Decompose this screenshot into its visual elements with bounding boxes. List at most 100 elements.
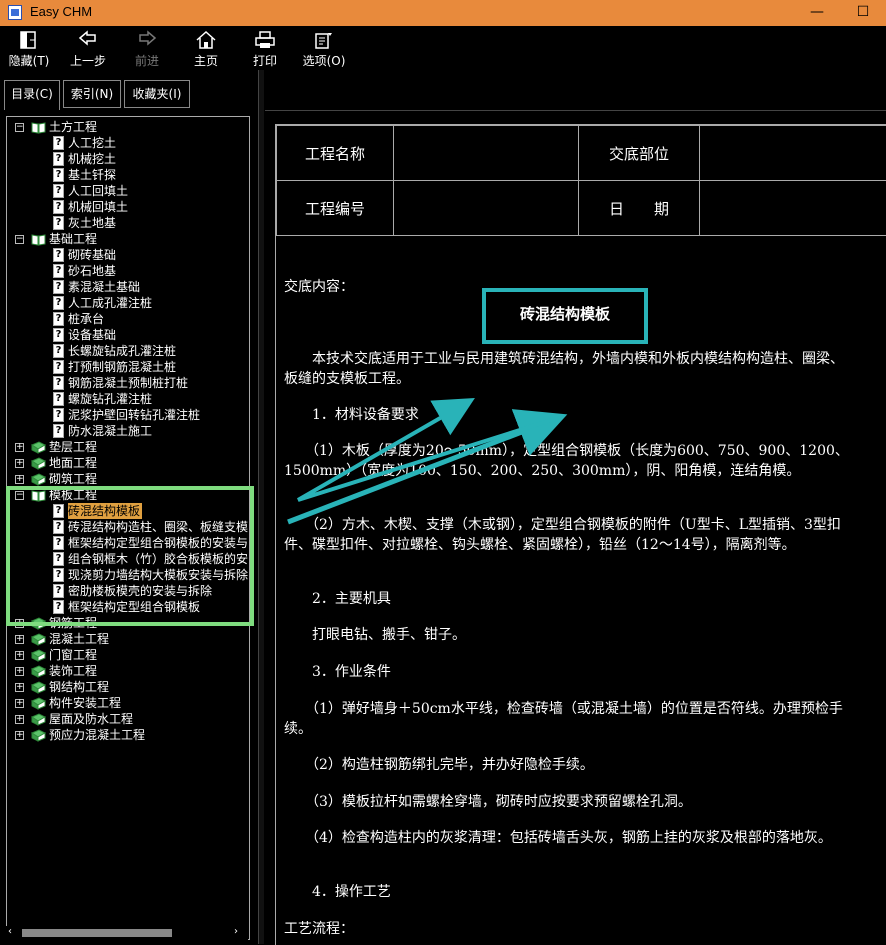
tree-item[interactable]: ?桩承台 <box>7 311 249 327</box>
tree-folder[interactable]: − 模板工程 <box>7 487 249 503</box>
home-button[interactable]: 主页 <box>179 28 233 68</box>
tree-item[interactable]: ? 人工回填土 <box>7 183 249 199</box>
tree-item[interactable]: ?组合钢框木（竹）胶合板模板的安 <box>7 551 249 567</box>
tree-item[interactable]: ?泥浆护壁回转钻孔灌注桩 <box>7 407 249 423</box>
back-label: 上一步 <box>61 52 115 69</box>
tree-folder[interactable]: +混凝土工程 <box>7 631 249 647</box>
tree-folder-label: 基础工程 <box>49 231 97 247</box>
tree-item-label: 机械挖土 <box>68 151 116 167</box>
tree-horizontal-scrollbar[interactable]: ‹ › <box>6 926 248 940</box>
expand-icon[interactable]: + <box>15 683 24 692</box>
tree-folder[interactable]: +屋面及防水工程 <box>7 711 249 727</box>
tree-item[interactable]: ?人工成孔灌注桩 <box>7 295 249 311</box>
tree-item[interactable]: ?砌砖基础 <box>7 247 249 263</box>
tree-item-label: 框架结构定型组合钢模板 <box>68 599 200 615</box>
minimize-button[interactable]: — <box>794 0 840 26</box>
tree-item-label: 设备基础 <box>68 327 116 343</box>
closed-book-icon <box>31 665 46 678</box>
tree-item[interactable]: ?打预制钢筋混凝土桩 <box>7 359 249 375</box>
tree-item-label: 砌砖基础 <box>68 247 116 263</box>
tree-item-label: 人工回填土 <box>68 183 128 199</box>
expand-icon[interactable]: + <box>15 443 24 452</box>
forward-arrow-icon <box>136 30 158 50</box>
tree-folder-label: 预应力混凝土工程 <box>49 727 145 743</box>
expand-icon[interactable]: + <box>15 715 24 724</box>
tree-item[interactable]: ?螺旋钻孔灌注桩 <box>7 391 249 407</box>
tree-folder[interactable]: +地面工程 <box>7 455 249 471</box>
pane-splitter[interactable] <box>258 70 264 944</box>
help-page-icon: ? <box>53 392 64 406</box>
tree-item[interactable]: ?灰土地基 <box>7 215 249 231</box>
hide-button[interactable]: 隐藏(T) <box>2 28 56 68</box>
tree-folder[interactable]: +钢筋工程 <box>7 615 249 631</box>
scroll-left-icon[interactable]: ‹ <box>8 926 12 937</box>
help-page-icon: ? <box>53 184 64 198</box>
tree-folder-label: 模板工程 <box>49 487 97 503</box>
tree-item-label: 长螺旋钻成孔灌注桩 <box>68 343 176 359</box>
paragraph: （2）方木、木楔、支撑（木或钢），定型组合钢模板的附件（U型卡、L型插销、3型扣… <box>284 515 852 555</box>
options-button[interactable]: 选项(O) <box>297 28 351 68</box>
options-icon <box>313 30 335 50</box>
tree-item[interactable]: ?素混凝土基础 <box>7 279 249 295</box>
tree-folder[interactable]: +门窗工程 <box>7 647 249 663</box>
tree-folder[interactable]: +构件安装工程 <box>7 695 249 711</box>
paragraph: （1）弹好墙身＋50cm水平线，检查砖墙（或混凝土墙）的位置是否符线。办理预检手… <box>284 699 852 739</box>
maximize-button[interactable]: ☐ <box>840 0 886 26</box>
tree-item[interactable]: ?防水混凝土施工 <box>7 423 249 439</box>
closed-book-icon <box>31 713 46 726</box>
tree-item[interactable]: ?设备基础 <box>7 327 249 343</box>
tree-item[interactable]: ?砖混结构模板 <box>7 503 249 519</box>
help-page-icon: ? <box>53 264 64 278</box>
tree-item[interactable]: ?砂石地基 <box>7 263 249 279</box>
expand-icon[interactable]: + <box>15 651 24 660</box>
tree-folder[interactable]: + 预应力混凝土工程 <box>7 727 249 743</box>
tree-item-label: 人工挖土 <box>68 135 116 151</box>
expand-icon[interactable]: + <box>15 699 24 708</box>
tree-folder[interactable]: −土方工程 <box>7 119 249 135</box>
tree-item[interactable]: ?框架结构定型组合钢模板 <box>7 599 249 615</box>
tree-item[interactable]: ?基土钎探 <box>7 167 249 183</box>
tree-item[interactable]: ?现浇剪力墙结构大模板安装与拆除 <box>7 567 249 583</box>
tree-item-label: 框架结构定型组合钢模板的安装与 <box>68 535 248 551</box>
expand-icon[interactable]: + <box>15 667 24 676</box>
tab-contents[interactable]: 目录(C) <box>4 80 60 110</box>
tree-item[interactable]: ?机械挖土 <box>7 151 249 167</box>
expand-icon[interactable]: + <box>15 619 24 628</box>
print-button[interactable]: 打印 <box>238 28 292 68</box>
tree-folder[interactable]: + 装饰工程 <box>7 663 249 679</box>
tree-folder[interactable]: +垫层工程 <box>7 439 249 455</box>
tree-folder[interactable]: − 基础工程 <box>7 231 249 247</box>
tree-folder[interactable]: +钢结构工程 <box>7 679 249 695</box>
help-page-icon: ? <box>53 552 64 566</box>
expand-icon[interactable]: + <box>15 475 24 484</box>
collapse-icon[interactable]: − <box>15 235 24 244</box>
print-label: 打印 <box>238 52 292 69</box>
back-button[interactable]: 上一步 <box>61 28 115 68</box>
tree-item[interactable]: ?砖混结构构造柱、圈梁、板缝支模 <box>7 519 249 535</box>
tree-item[interactable]: ?机械回填土 <box>7 199 249 215</box>
tree-item-label: 泥浆护壁回转钻孔灌注桩 <box>68 407 200 423</box>
tree-item[interactable]: ?长螺旋钻成孔灌注桩 <box>7 343 249 359</box>
help-page-icon: ? <box>53 216 64 230</box>
tree-item[interactable]: ?密肋楼板模壳的安装与拆除 <box>7 583 249 599</box>
document-title: 砖混结构模板 <box>483 288 647 342</box>
expand-icon[interactable]: + <box>15 731 24 740</box>
scrollbar-thumb[interactable] <box>22 929 172 937</box>
app-icon <box>8 5 22 20</box>
tab-favorites[interactable]: 收藏夹(I) <box>124 80 190 108</box>
collapse-icon[interactable]: − <box>15 123 24 132</box>
tree-item[interactable]: ?人工挖土 <box>7 135 249 151</box>
help-page-icon: ? <box>53 568 64 582</box>
closed-book-icon <box>31 473 46 486</box>
expand-icon[interactable]: + <box>15 459 24 468</box>
tree-item[interactable]: ?钢筋混凝土预制桩打桩 <box>7 375 249 391</box>
expand-icon[interactable]: + <box>15 635 24 644</box>
tree-folder-label: 装饰工程 <box>49 663 97 679</box>
tab-index[interactable]: 索引(N) <box>63 80 121 108</box>
paragraph: （2）构造柱钢筋绑扎完毕，并办好隐检手续。 <box>284 755 852 775</box>
forward-button[interactable]: 前进 <box>120 28 174 68</box>
collapse-icon[interactable]: − <box>15 491 24 500</box>
tree-item[interactable]: ?框架结构定型组合钢模板的安装与 <box>7 535 249 551</box>
tree-folder[interactable]: +砌筑工程 <box>7 471 249 487</box>
scroll-right-icon[interactable]: › <box>234 926 238 937</box>
